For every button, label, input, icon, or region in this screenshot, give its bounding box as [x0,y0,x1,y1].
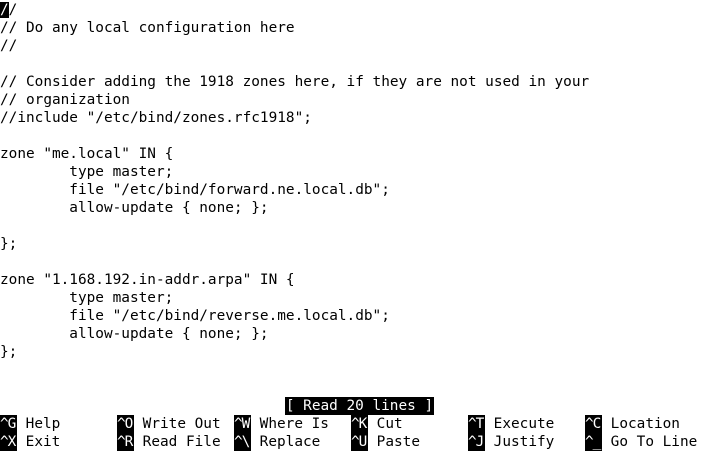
shortcut-key: ^W [234,415,251,433]
editor-line[interactable] [0,253,719,271]
shortcut-help[interactable]: ^G Help [0,415,117,433]
shortcut-label: Execute [485,416,555,432]
shortcut-label: Cut [368,416,403,432]
editor-line[interactable]: file "/etc/bind/reverse.me.local.db"; [0,307,719,325]
editor-line[interactable]: // [0,1,719,19]
shortcut-key: ^U [351,433,368,451]
editor-line[interactable]: // organization [0,91,719,109]
shortcut-execute[interactable]: ^T Execute [468,415,585,433]
editor-line[interactable] [0,217,719,235]
text-cursor: / [0,2,9,18]
shortcut-label: Where Is [251,416,329,432]
status-message: [ Read 20 lines ] [284,397,435,415]
shortcut-label: Exit [17,434,61,450]
shortcut-key: ^X [0,433,17,451]
editor-line[interactable]: type master; [0,289,719,307]
shortcut-key: ^G [0,415,17,433]
shortcut-label: Read File [134,434,221,450]
editor-line[interactable] [0,55,719,73]
editor-line[interactable]: }; [0,343,719,361]
status-bar: [ Read 20 lines ] [0,397,719,415]
shortcut-key: ^\ [234,433,251,451]
line-rest: / [8,2,18,18]
shortcut-write-out[interactable]: ^O Write Out [117,415,234,433]
shortcut-label: Justify [485,434,555,450]
shortcut-key: ^C [585,415,602,433]
shortcut-key: ^K [351,415,368,433]
editor-line[interactable]: zone "me.local" IN { [0,145,719,163]
shortcut-label: Go To Line [602,434,698,450]
editor-line[interactable]: // Do any local configuration here [0,19,719,37]
shortcut-label: Replace [251,434,321,450]
shortcut-location[interactable]: ^C Location [585,415,702,433]
editor-line[interactable]: zone "1.168.192.in-addr.arpa" IN { [0,271,719,289]
shortcut-cut[interactable]: ^K Cut [351,415,468,433]
editor-line[interactable]: //include "/etc/bind/zones.rfc1918"; [0,109,719,127]
shortcut-label: Help [17,416,61,432]
shortcut-label: Write Out [134,416,221,432]
shortcut-key: ^J [468,433,485,451]
shortcut-label: Paste [368,434,420,450]
editor-line[interactable]: type master; [0,163,719,181]
shortcut-paste[interactable]: ^U Paste [351,433,468,451]
editor-line[interactable]: allow-update { none; }; [0,325,719,343]
shortcut-key: ^O [117,415,134,433]
editor-line[interactable] [0,127,719,145]
editor-line[interactable]: file "/etc/bind/forward.ne.local.db"; [0,181,719,199]
shortcut-key: ^_ [585,433,602,451]
shortcut-row: ^X Exit ^R Read File ^\ Replace ^U Paste ^J … [0,433,719,451]
editor-line[interactable]: // Consider adding the 1918 zones here, … [0,73,719,91]
shortcut-key: ^T [468,415,485,433]
editor-line[interactable]: }; [0,235,719,253]
shortcut-label: Location [602,416,680,432]
shortcut-justify[interactable]: ^J Justify [468,433,585,451]
shortcut-read-file[interactable]: ^R Read File [117,433,234,451]
editor-line[interactable]: allow-update { none; }; [0,199,719,217]
shortcut-go-to-line[interactable]: ^_ Go To Line [585,433,702,451]
shortcut-where-is[interactable]: ^W Where Is [234,415,351,433]
shortcut-row: ^G Help ^O Write Out ^W Where Is ^K Cut ^T E… [0,415,719,433]
shortcut-key: ^R [117,433,134,451]
editor-line[interactable]: // [0,37,719,55]
shortcut-replace[interactable]: ^\ Replace [234,433,351,451]
editor-text-area[interactable]: // // Do any local configuration here //… [0,1,719,361]
shortcut-exit[interactable]: ^X Exit [0,433,117,451]
shortcut-bar: ^G Help ^O Write Out ^W Where Is ^K Cut ^T E… [0,415,719,451]
